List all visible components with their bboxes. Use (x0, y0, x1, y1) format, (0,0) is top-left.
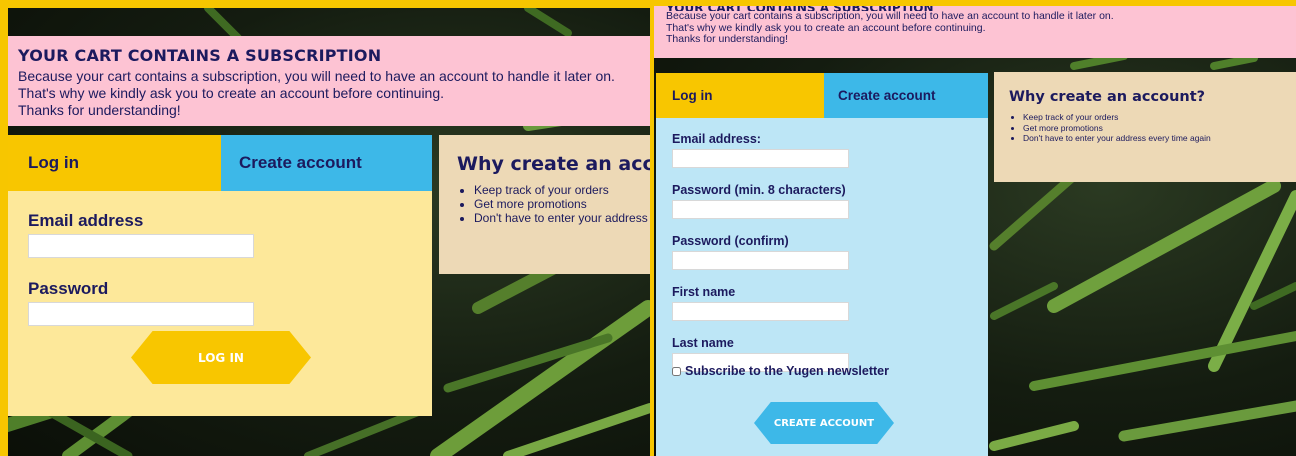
tab-login[interactable]: Log in (8, 135, 221, 191)
tab-create-account[interactable]: Create account (221, 135, 432, 191)
last-name-label: Last name (672, 336, 734, 350)
why-list: Keep track of your orders Get more promo… (457, 183, 650, 225)
password-field[interactable] (28, 302, 254, 326)
why-list: Keep track of your orders Get more promo… (1009, 112, 1281, 144)
password-field[interactable] (672, 200, 849, 219)
email-label: Email address: (672, 132, 761, 146)
banner-line: Thanks for understanding! (18, 102, 181, 118)
banner-title: YOUR CART CONTAINS A SUBSCRIPTION (18, 46, 382, 65)
email-label: Email address (28, 211, 144, 230)
login-form: Email address Password LOG IN (8, 191, 432, 416)
banner-line: Thanks for understanding! (666, 33, 788, 45)
first-name-label: First name (672, 285, 736, 299)
why-create-account-box: Why create an account? Keep track of you… (439, 135, 650, 274)
password-confirm-field[interactable] (672, 251, 849, 270)
list-item: Keep track of your orders (474, 183, 632, 197)
email-field[interactable] (28, 234, 254, 258)
tab-login[interactable]: Log in (656, 73, 824, 118)
create-account-form: Email address: Password (min. 8 characte… (656, 118, 988, 456)
first-name-field[interactable] (672, 302, 849, 321)
login-button[interactable]: LOG IN (131, 331, 311, 384)
account-tabs: Log in Create account (656, 73, 988, 118)
password-confirm-label: Password (confirm) (672, 234, 789, 248)
tab-create-account[interactable]: Create account (824, 73, 988, 118)
subscription-notice-banner: YOUR CART CONTAINS A SUBSCRIPTION Becaus… (8, 36, 650, 126)
list-item: Get more promotions (474, 197, 632, 211)
banner-line: Because your cart contains a subscriptio… (18, 68, 615, 84)
list-item: Get more promotions (1023, 123, 1281, 134)
newsletter-label: Subscribe to the Yugen newsletter (685, 364, 889, 378)
email-field[interactable] (672, 149, 849, 168)
list-item: Keep track of your orders (1023, 112, 1281, 123)
create-account-button[interactable]: CREATE ACCOUNT (754, 402, 894, 444)
newsletter-option: Subscribe to the Yugen newsletter (672, 364, 889, 378)
why-create-account-box: Why create an account? Keep track of you… (994, 72, 1296, 182)
newsletter-checkbox[interactable] (672, 366, 681, 376)
password-label: Password (min. 8 characters) (672, 183, 846, 197)
create-account-view-panel: YOUR CART CONTAINS A SUBSCRIPTION Becaus… (654, 6, 1296, 456)
list-item: Don't have to enter your address every t… (1023, 133, 1281, 144)
password-label: Password (28, 279, 109, 298)
banner-line: That's why we kindly ask you to create a… (18, 85, 445, 101)
why-title: Why create an account? (1009, 89, 1206, 105)
banner-line: Because your cart contains a subscriptio… (666, 10, 1114, 22)
why-title: Why create an account? (457, 153, 650, 175)
login-view-panel: YOUR CART CONTAINS A SUBSCRIPTION Becaus… (8, 8, 650, 456)
subscription-notice-banner: YOUR CART CONTAINS A SUBSCRIPTION Becaus… (654, 6, 1296, 58)
list-item: Don't have to enter your address every t… (474, 211, 650, 225)
account-tabs: Log in Create account (8, 135, 432, 191)
